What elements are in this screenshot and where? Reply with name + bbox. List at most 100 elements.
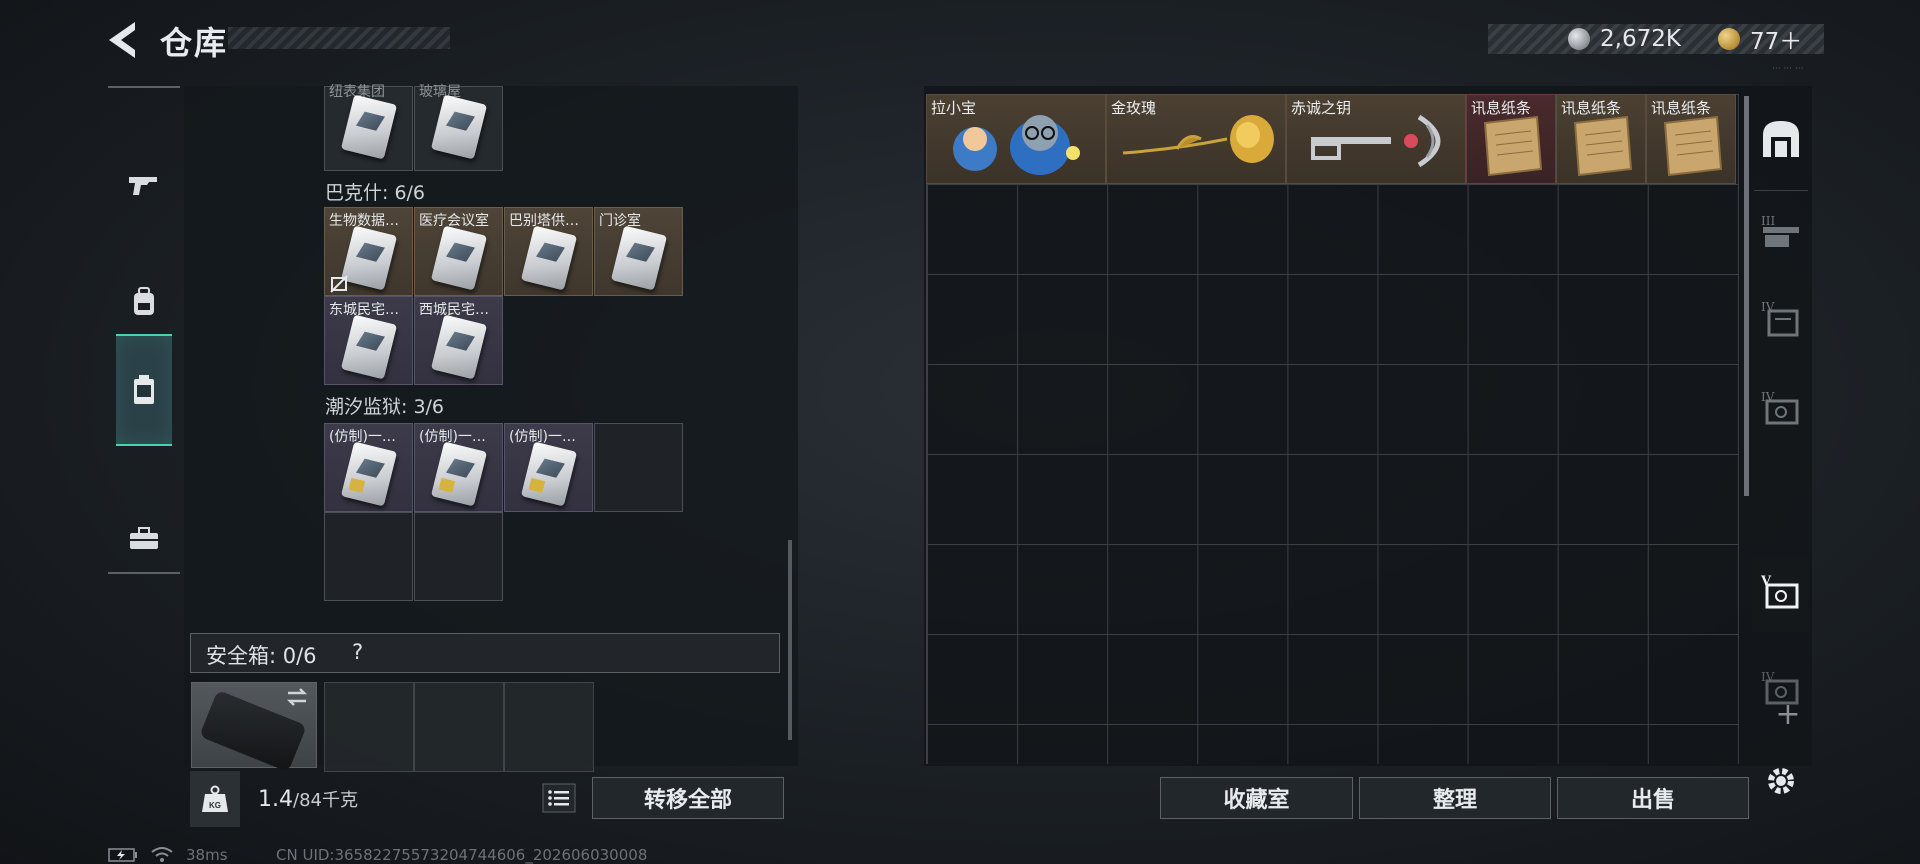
tab-shelf-iv[interactable]: IV (1758, 296, 1804, 342)
page-title: 仓库 (160, 24, 229, 62)
item-label: 西城民宅… (419, 302, 489, 318)
keycard-slot[interactable]: 医疗会议室 (414, 207, 503, 296)
storage-item[interactable]: 赤诚之钥 (1286, 94, 1466, 184)
back-arrow-icon[interactable] (105, 20, 141, 60)
category-toolbox[interactable] (116, 482, 172, 594)
organize-button[interactable]: 整理 (1359, 777, 1551, 819)
item-label: 门诊室 (599, 213, 641, 229)
no-insure-icon (330, 275, 348, 293)
keycard-slot[interactable]: 玻璃屋 (414, 84, 503, 171)
storage-item[interactable]: 讯息纸条 (1466, 94, 1556, 184)
empty-slot[interactable] (414, 512, 503, 601)
transfer-all-button[interactable]: 转移全部 (592, 777, 784, 819)
paper-note-icon (1483, 115, 1543, 177)
item-label: (仿制)一… (329, 429, 396, 445)
safe-iv-icon: IV (1761, 390, 1799, 425)
svg-text:III: III (1761, 214, 1775, 228)
svg-text:KG: KG (209, 801, 221, 810)
keycard-slot[interactable]: 西城民宅… (414, 296, 503, 385)
paper-note-icon (1663, 115, 1723, 177)
item-label: (仿制)一… (509, 429, 576, 445)
toolbox-icon (130, 527, 158, 549)
silver-coin-icon (1568, 28, 1590, 50)
keycard-slot[interactable]: (仿制)一… (414, 423, 503, 512)
keycard-icon (340, 441, 398, 507)
storage-scrollbar[interactable] (1744, 96, 1749, 496)
keycard-slot[interactable]: 纽表集团 (324, 84, 413, 171)
battery-icon (108, 848, 137, 862)
item-label: 东城民宅… (329, 302, 399, 318)
tab-shelf-iii[interactable]: III (1758, 208, 1804, 254)
wifi-icon (151, 847, 173, 862)
weight-icon: KG (202, 785, 228, 812)
weight-max: /84千克 (293, 790, 358, 811)
keycard-icon (430, 314, 488, 380)
version-text: ··· ··· ··· (1772, 64, 1804, 74)
gold-coin-icon (1718, 28, 1740, 50)
category-weapons[interactable] (116, 128, 172, 240)
item-label: 巴别塔供… (509, 213, 579, 229)
weight-readout: 1.4/84千克 (258, 786, 358, 812)
keycard-slot[interactable]: 东城民宅… (324, 296, 413, 385)
paper-note-icon (1573, 115, 1633, 177)
safe-v-icon: V (1760, 574, 1799, 609)
keycard-icon (430, 94, 488, 160)
currency-silver-value: 2,672K (1600, 26, 1681, 52)
storage-item[interactable]: 讯息纸条 (1556, 94, 1646, 184)
safebox-slot[interactable] (414, 682, 504, 772)
storage-item[interactable]: 金玫瑰 (1106, 94, 1286, 184)
title-decoration (228, 27, 450, 49)
tab-vault[interactable] (1758, 116, 1804, 162)
shelf-iv-icon: IV (1761, 300, 1799, 337)
section-title-bakesh: 巴克什: 6/6 (325, 182, 426, 204)
keycard-slot[interactable]: 生物数据… (324, 207, 413, 296)
keycard-icon (610, 225, 668, 291)
keycard-icon (340, 94, 398, 160)
storage-item[interactable]: 讯息纸条 (1646, 94, 1736, 184)
list-view-icon[interactable] (542, 783, 576, 813)
gun-icon (129, 177, 157, 195)
header-bar: 仓库 2,672K 77＋ ··· ··· ··· (0, 0, 1920, 80)
sell-button[interactable]: 出售 (1557, 777, 1749, 819)
help-icon[interactable]: ? (352, 640, 363, 664)
item-label: 医疗会议室 (419, 213, 489, 229)
uid-text: CN UID:36582275573204744606_202606030008 (276, 846, 648, 864)
category-keys[interactable] (116, 334, 172, 446)
mascot-figure-icon (953, 115, 1080, 175)
keycard-slot[interactable]: 巴别塔供… (504, 207, 593, 296)
swap-icon[interactable] (284, 686, 310, 708)
weight-box: KG (190, 771, 240, 827)
storage-tabs-rail: III IV IV V IV (1750, 86, 1812, 766)
tab-safe-v[interactable]: V (1758, 570, 1804, 616)
keycard-icon (340, 225, 398, 291)
golden-rose-icon (1122, 115, 1274, 163)
safebox-slot[interactable] (324, 682, 414, 772)
empty-slot[interactable] (594, 423, 683, 512)
keycard-icon (430, 225, 488, 291)
tab-safe-iv[interactable]: IV (1758, 386, 1804, 432)
weight-current: 1.4 (258, 787, 293, 812)
storage-item[interactable]: 拉小宝 (926, 94, 1106, 184)
keycard-slot[interactable]: 门诊室 (594, 207, 683, 296)
backpack-icon (134, 287, 154, 315)
safebox-slot[interactable] (504, 682, 594, 772)
divider (1754, 190, 1808, 191)
add-tab-button[interactable]: + (1768, 700, 1808, 730)
keycard-slot[interactable]: (仿制)一… (324, 423, 413, 512)
currency-silver[interactable]: 2,672K (1568, 24, 1681, 54)
ornate-key-icon (1311, 114, 1441, 168)
collection-room-button[interactable]: 收藏室 (1160, 777, 1353, 819)
keycard-icon (340, 314, 398, 380)
gear-icon[interactable] (1764, 764, 1798, 798)
left-category-rail (108, 86, 180, 574)
keycard-slot[interactable]: (仿制)一… (504, 423, 593, 512)
section-title-tide-prison: 潮汐监狱: 3/6 (325, 396, 445, 418)
left-panel-scrollbar[interactable] (788, 540, 792, 740)
keycard-icon (520, 441, 578, 507)
keycard-case-icon (134, 375, 154, 404)
storage-grid[interactable] (926, 94, 1739, 764)
keycard-icon (520, 225, 578, 291)
currency-gold-value: 77＋ (1750, 29, 1803, 55)
empty-slot[interactable] (324, 512, 413, 601)
currency-gold[interactable]: 77＋ (1718, 24, 1803, 55)
